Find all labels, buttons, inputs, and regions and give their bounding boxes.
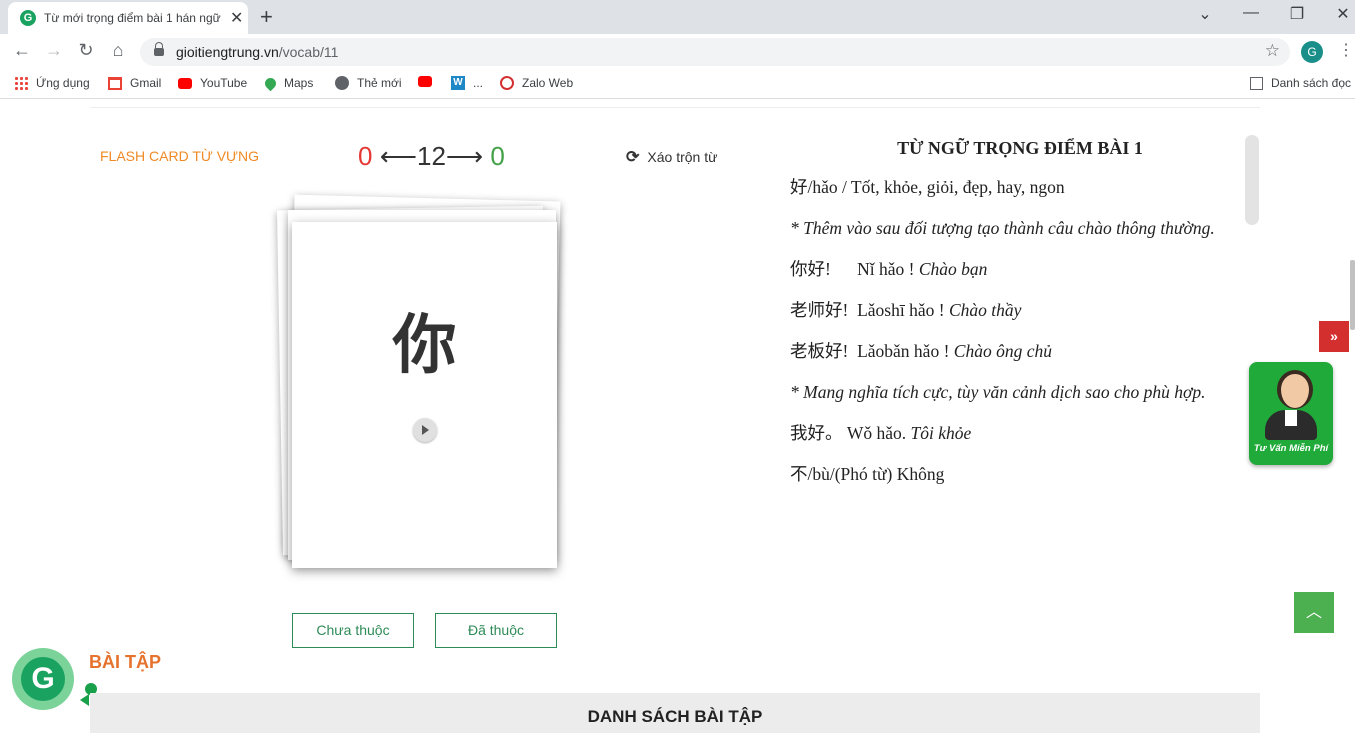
audio-play-icon[interactable] (413, 418, 437, 442)
vocab-title: TỪ NGỮ TRỌNG ĐIỂM BÀI 1 (897, 138, 1143, 158)
reading-list[interactable]: Danh sách đọc (1249, 76, 1351, 90)
forward-arrow-icon[interactable]: → (42, 40, 66, 61)
word-icon: W (451, 76, 465, 90)
exercises-heading: BÀI TẬP (89, 652, 161, 672)
bookmark-new-tab[interactable]: Thẻ mới (335, 76, 402, 90)
back-arrow-icon[interactable]: ← (10, 40, 34, 61)
url-text: gioitiengtrung.vn/vocab/11 (176, 44, 339, 60)
vocab-line: 老板好! Lǎobǎn hǎo ! Chào ông chủ (790, 341, 1052, 361)
right-arrow-icon: ⟶ (445, 141, 484, 171)
youtube-icon (418, 76, 432, 87)
logo-g-icon: G (21, 657, 65, 701)
bookmark-gmail[interactable]: Gmail (108, 76, 161, 90)
bookmark-star-icon[interactable]: ☆ (1265, 41, 1280, 61)
shuffle-icon: ⟳ (626, 149, 640, 166)
lock-icon (154, 42, 164, 56)
vocab-line: 不/bù/(Phó từ) Không (790, 464, 945, 484)
total-count: 12 (416, 141, 446, 171)
reading-list-icon (1249, 76, 1263, 90)
vocab-line: 你好! Nǐ hǎo ! Chào bạn (790, 259, 988, 279)
browser-tab[interactable]: G Từ mới trọng điểm bài 1 hán ngữ ✕ (8, 2, 248, 34)
shuffle-label: Xáo trộn từ (647, 149, 718, 165)
apps-grid-icon (14, 76, 28, 90)
consultant-head (1277, 370, 1313, 409)
tab-search-icon[interactable]: ⌄ (1190, 4, 1220, 24)
reload-icon[interactable]: ↻ (74, 40, 98, 61)
bookmark-word[interactable]: W ... (451, 76, 483, 90)
vocab-line: * Mang nghĩa tích cực, tùy văn cảnh dịch… (790, 382, 1206, 402)
not-learned-count: 0 (358, 141, 373, 171)
tab-title: Từ mới trọng điểm bài 1 hán ngữ (44, 11, 221, 25)
close-window-button[interactable]: ✕ (1328, 4, 1355, 24)
learned-button[interactable]: Đã thuộc (435, 613, 557, 648)
restore-button[interactable]: ❐ (1282, 4, 1312, 24)
vocab-line: 我好。 Wǒ hǎo. Tôi khỏe (790, 423, 972, 443)
vocab-line: 好/hǎo / Tốt, khỏe, giỏi, đẹp, hay, ngon (790, 177, 1065, 197)
bookmark-youtube[interactable]: YouTube (178, 76, 247, 90)
exercise-list-title: DANH SÁCH BÀI TẬP (587, 707, 763, 726)
minimize-button[interactable]: — (1236, 4, 1266, 22)
vocab-line: 老师好! Lǎoshī hǎo ! Chào thầy (790, 300, 1022, 320)
bookmark-maps[interactable]: Maps (262, 75, 313, 91)
address-bar[interactable]: gioitiengtrung.vn/vocab/11 ☆ (140, 38, 1290, 66)
bookmark-zalo[interactable]: Zalo Web (500, 76, 573, 90)
flashcard-front[interactable]: 你 (292, 222, 557, 568)
free-consult-label: Tư Vấn Miễn Phí (1253, 443, 1329, 454)
bookmark-youtube-2[interactable] (418, 76, 432, 87)
gmail-icon (108, 76, 122, 90)
zalo-icon (500, 76, 514, 90)
shuffle-button[interactable]: ⟳ Xáo trộn từ (626, 147, 717, 167)
expand-sidebar-button[interactable]: » (1319, 321, 1349, 352)
youtube-icon (178, 77, 192, 89)
decor-triangle (80, 694, 89, 706)
exercise-list-panel: DANH SÁCH BÀI TẬP (90, 693, 1260, 733)
bookmarks-bar: Ứng dụng Gmail YouTube Maps Thẻ mới W ..… (0, 70, 1355, 99)
globe-icon (335, 76, 349, 90)
tab-close-icon[interactable]: ✕ (230, 8, 243, 28)
page-scrollbar[interactable] (1350, 260, 1355, 330)
site-logo[interactable]: G (12, 648, 74, 710)
flashcard-counter: 0 ⟵12⟶ 0 (358, 141, 505, 172)
site-favicon-icon: G (20, 10, 36, 26)
flashcard-section-title: FLASH CARD TỪ VỰNG (100, 148, 260, 164)
free-consult-widget[interactable]: Tư Vấn Miễn Phí (1249, 362, 1333, 465)
flashcard-stack: 你 (277, 194, 570, 578)
not-learned-button[interactable]: Chưa thuộc (292, 613, 414, 648)
profile-avatar[interactable]: G (1301, 41, 1323, 63)
home-icon[interactable]: ⌂ (106, 40, 130, 61)
bookmark-apps[interactable]: Ứng dụng (14, 76, 90, 90)
learned-count: 0 (490, 141, 505, 171)
back-to-top-button[interactable]: ︿ (1294, 592, 1334, 633)
menu-kebab-icon[interactable]: ⋮ (1338, 40, 1354, 60)
vocab-line: * Thêm vào sau đối tượng tạo thành câu c… (790, 218, 1215, 238)
maps-icon (262, 75, 279, 91)
flashcard-hanzi: 你 (392, 309, 457, 383)
vocab-panel: TỪ NGỮ TRỌNG ĐIỂM BÀI 1 好/hǎo / Tốt, khỏ… (790, 138, 1250, 495)
new-tab-button[interactable]: + (260, 4, 273, 30)
content-divider (90, 99, 1260, 108)
vocab-scrollbar[interactable] (1245, 135, 1259, 225)
left-arrow-icon: ⟵ (379, 141, 417, 171)
